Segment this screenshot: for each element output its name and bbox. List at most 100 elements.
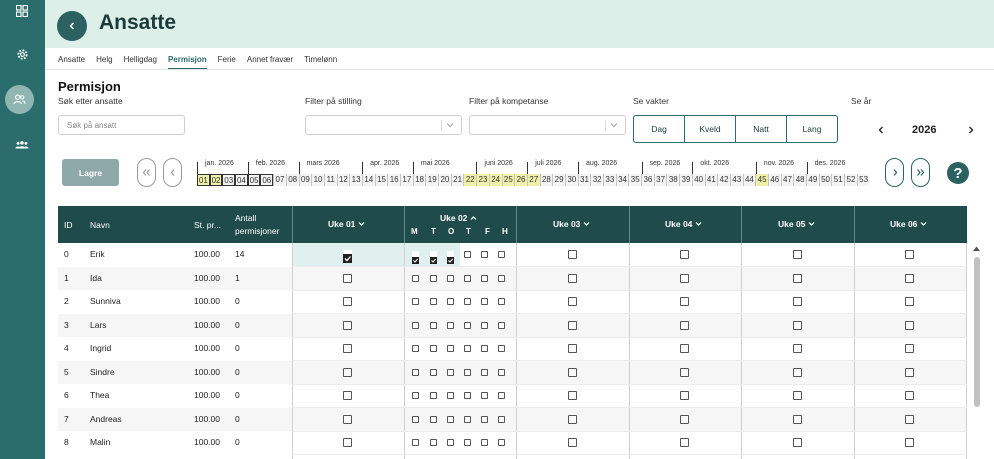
day-checkbox[interactable] [481,392,488,399]
week-checkbox[interactable] [905,367,914,377]
week-cell[interactable]: 11 [323,174,337,186]
week-header-uke02[interactable]: Uke 02 [440,213,477,223]
week-cell[interactable]: 05 [247,174,261,186]
day-checkbox[interactable] [447,251,454,264]
week-checkbox[interactable] [343,391,352,400]
week-cell[interactable]: 36 [641,174,654,186]
tab-permisjon[interactable]: Permisjon [167,54,207,70]
week-checkbox[interactable] [568,438,577,447]
week-cell[interactable]: 37 [653,174,667,186]
day-checkbox[interactable] [464,415,471,423]
week-cell[interactable]: 41 [704,174,718,186]
week-checkbox[interactable] [343,438,352,447]
kompetanse-select[interactable] [469,115,626,135]
day-checkbox[interactable] [447,439,454,446]
day-checkbox[interactable] [430,251,437,264]
week-cell[interactable]: 32 [590,174,603,186]
day-checkbox[interactable] [481,321,488,329]
next-page-button[interactable] [885,158,904,187]
prev-page-button[interactable] [163,158,182,187]
week-checkbox[interactable] [793,438,802,447]
day-checkbox[interactable] [498,392,505,399]
week-cell[interactable]: 15 [374,174,388,186]
day-checkbox[interactable] [498,274,505,282]
week-checkbox[interactable] [680,367,689,377]
day-checkbox[interactable] [498,415,505,423]
scrollbar-thumb[interactable] [974,257,980,407]
week-cell[interactable]: 25 [501,174,515,186]
week-cell[interactable]: 18 [412,174,426,186]
day-checkbox[interactable] [498,298,505,305]
week-cell[interactable]: 35 [628,174,642,186]
day-checkbox[interactable] [412,251,419,264]
week-checkbox[interactable] [680,273,689,283]
search-input[interactable] [58,115,185,135]
back-button[interactable] [57,11,87,41]
day-checkbox[interactable] [481,415,488,423]
day-checkbox[interactable] [447,321,454,329]
week-cell[interactable]: 02 [209,174,223,186]
stilling-select[interactable] [305,115,462,135]
tab-annet-fravaer[interactable]: Annet fravær [247,54,293,70]
day-checkbox[interactable] [464,345,471,352]
week-cell[interactable]: 26 [514,174,527,186]
week-checkbox[interactable] [343,320,352,330]
week-checkbox[interactable] [568,367,577,377]
day-checkbox[interactable] [464,298,471,305]
last-page-button[interactable] [911,158,930,187]
day-checkbox[interactable] [447,345,454,352]
day-checkbox[interactable] [481,439,488,446]
week-checkbox[interactable] [343,344,352,353]
week-cell[interactable]: 07 [273,174,286,186]
week-cell[interactable]: 38 [666,174,680,186]
day-checkbox[interactable] [498,345,505,352]
week-header-uke06[interactable]: Uke 06 [890,219,927,229]
day-checkbox[interactable] [498,439,505,446]
week-cell[interactable]: 45 [755,174,768,186]
day-checkbox[interactable] [447,298,454,305]
day-checkbox[interactable] [412,274,419,282]
week-cell[interactable]: 06 [260,174,274,186]
col-header-stilling[interactable]: St. pr... [194,220,221,230]
day-checkbox[interactable] [430,345,437,352]
week-header-uke03[interactable]: Uke 03 [553,219,590,229]
week-cell[interactable]: 29 [552,174,565,186]
week-checkbox[interactable] [343,297,352,306]
day-checkbox[interactable] [464,251,471,258]
group-icon[interactable] [11,134,33,156]
day-checkbox[interactable] [464,321,471,329]
day-checkbox[interactable] [447,392,454,399]
week-cell[interactable]: 09 [298,174,312,186]
day-checkbox[interactable] [412,345,419,352]
week-checkbox[interactable] [905,344,914,353]
week-checkbox[interactable] [905,297,914,306]
week-cell[interactable]: 10 [311,174,324,186]
day-checkbox[interactable] [412,392,419,399]
day-checkbox[interactable] [481,368,488,376]
scroll-up-icon[interactable] [972,245,981,252]
week-checkbox[interactable] [905,391,914,400]
week-checkbox[interactable] [343,250,352,263]
day-checkbox[interactable] [464,439,471,446]
week-checkbox[interactable] [680,320,689,330]
day-checkbox[interactable] [430,392,437,399]
day-checkbox[interactable] [430,368,437,376]
week-checkbox[interactable] [793,297,802,306]
day-checkbox[interactable] [412,415,419,423]
vakt-dag-button[interactable]: Dag [633,115,685,143]
week-cell[interactable]: 53 [856,174,870,186]
tab-ansatte[interactable]: Ansatte [58,54,85,70]
week-checkbox[interactable] [343,273,352,283]
week-checkbox[interactable] [343,414,352,424]
week-checkbox[interactable] [568,391,577,400]
week-checkbox[interactable] [793,414,802,424]
day-checkbox[interactable] [464,392,471,399]
day-checkbox[interactable] [481,251,488,258]
week-cell[interactable]: 49 [806,174,819,186]
week-checkbox[interactable] [568,320,577,330]
day-checkbox[interactable] [412,298,419,305]
day-checkbox[interactable] [412,368,419,376]
week-checkbox[interactable] [905,250,914,259]
week-checkbox[interactable] [568,414,577,424]
day-checkbox[interactable] [430,274,437,282]
